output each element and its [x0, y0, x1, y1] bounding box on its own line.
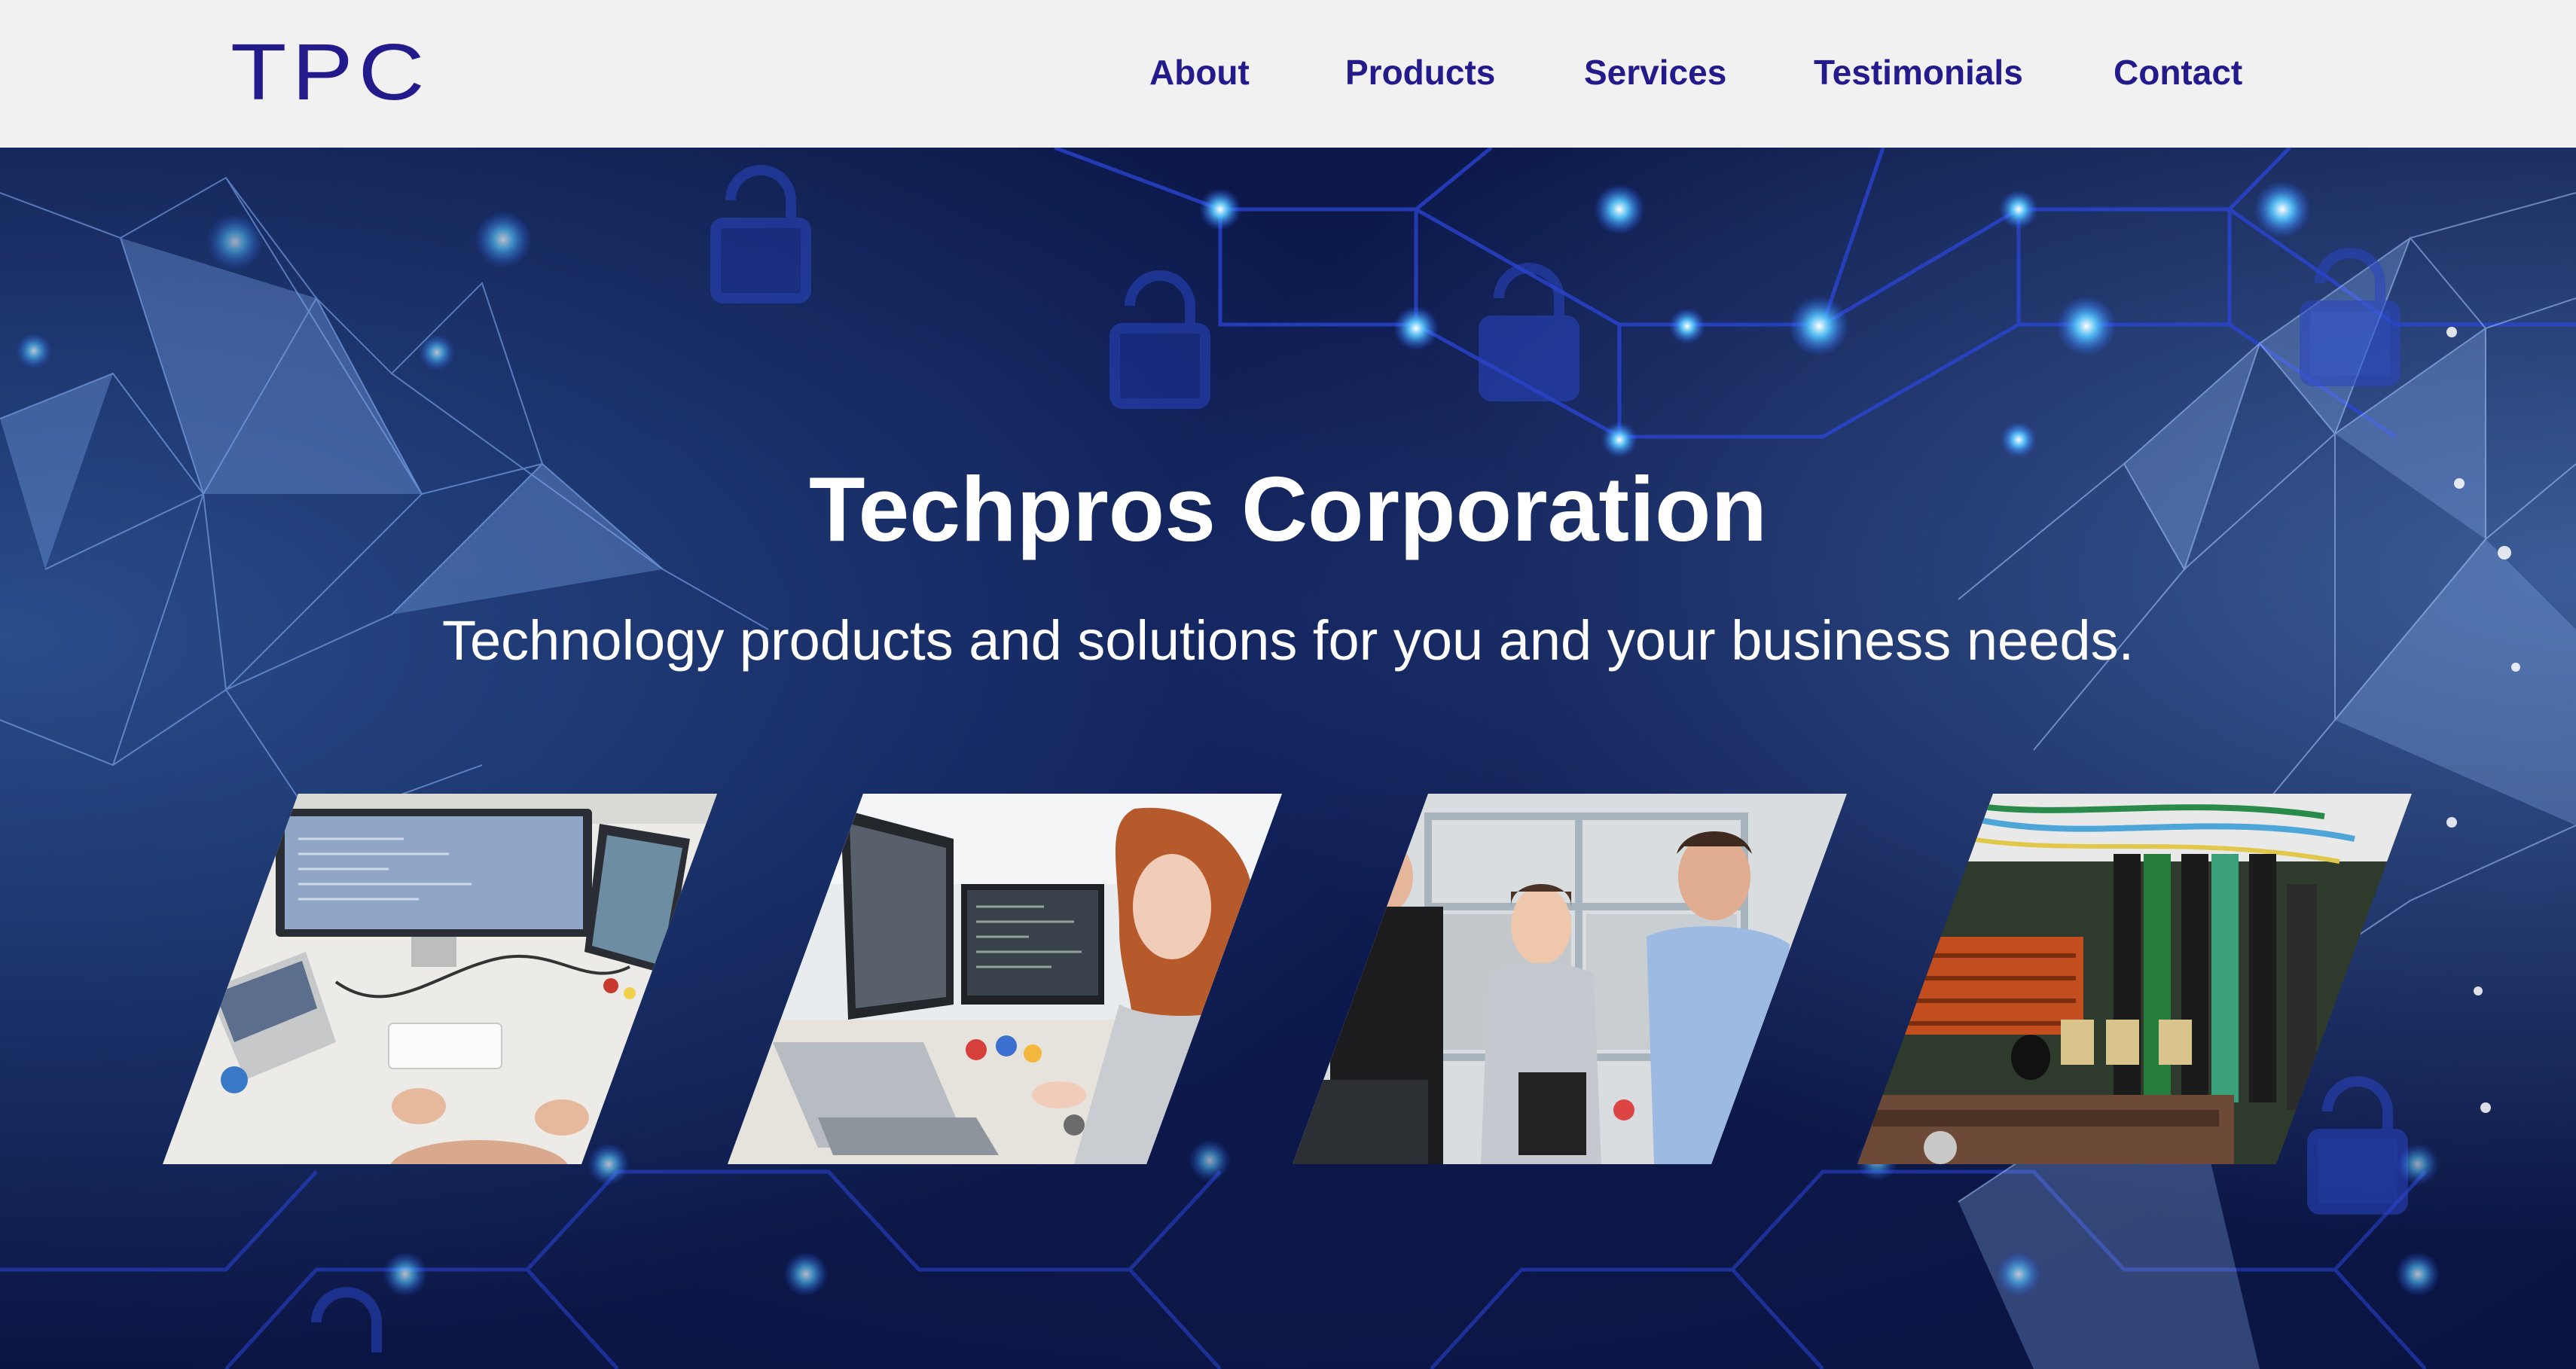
- nav-link-products[interactable]: Products: [1345, 50, 1495, 95]
- nav-link-testimonials[interactable]: Testimonials: [1814, 50, 2023, 95]
- main-nav: About Products Services Testimonials Con…: [0, 50, 2576, 95]
- network-background-image: [0, 148, 2576, 1369]
- hero-subtitle: Technology products and solutions for yo…: [441, 609, 2135, 672]
- nav-link-services[interactable]: Services: [1584, 50, 1726, 95]
- site-header: TPC About Products Services Testimonials…: [0, 0, 2576, 148]
- nav-link-about[interactable]: About: [1149, 50, 1250, 95]
- hero-section: Techpros Corporation Technology products…: [0, 148, 2576, 1369]
- page: TPC About Products Services Testimonials…: [0, 0, 2576, 1369]
- nav-link-contact[interactable]: Contact: [2114, 50, 2242, 95]
- hero-title: Techpros Corporation: [808, 458, 1767, 560]
